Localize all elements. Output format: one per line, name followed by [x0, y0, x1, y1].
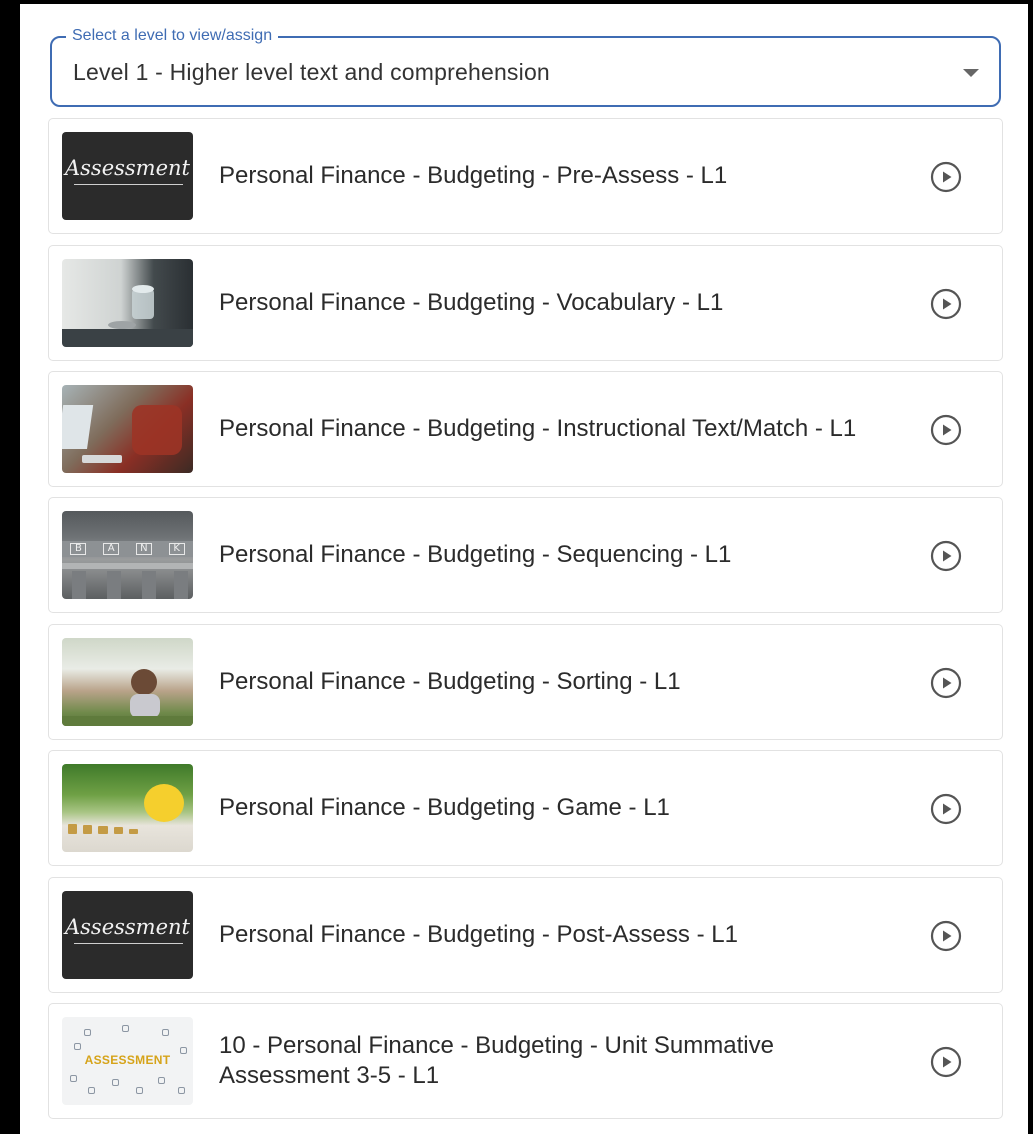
thumbnail-caption: ASSESSMENT [84, 1053, 171, 1067]
activity-item[interactable]: Assessment Personal Finance - Budgeting … [48, 118, 1003, 234]
activity-title: Personal Finance - Budgeting - Sequencin… [219, 541, 732, 568]
activity-title: Personal Finance - Budgeting - Vocabular… [219, 289, 724, 316]
piggy-bank [144, 784, 184, 822]
activity-title: Personal Finance - Budgeting - Sorting -… [219, 668, 681, 695]
coin-stacks [68, 822, 139, 834]
activity-title: Personal Finance - Budgeting - Post-Asse… [219, 921, 738, 948]
bank-building-thumbnail: B A N K [62, 511, 193, 599]
girl-illustration [62, 669, 193, 726]
assessment-icons-thumbnail: ASSESSMENT [62, 1017, 193, 1105]
thumbnail-caption: Assessment [64, 915, 190, 939]
caret-down-icon[interactable] [963, 69, 979, 77]
assessment-chalkboard-thumbnail: Assessment [62, 132, 193, 220]
play-circle-icon[interactable] [930, 288, 962, 320]
thumbnail-caption: Assessment [64, 156, 190, 180]
laptop-illustration [62, 405, 182, 463]
activity-item[interactable]: Personal Finance - Budgeting - Instructi… [48, 371, 1003, 487]
level-select[interactable]: Select a level to view/assign Level 1 - … [50, 26, 1001, 107]
play-circle-icon[interactable] [930, 667, 962, 699]
coins-jar-thumbnail [62, 259, 193, 347]
bank-columns-illustration [62, 563, 193, 599]
activity-item[interactable]: ASSESSMENT 10 - Personal Finance - Budge… [48, 1003, 1003, 1119]
level-select-value: Level 1 - Higher level text and comprehe… [73, 59, 550, 85]
activity-item[interactable]: Assessment Personal Finance - Budgeting … [48, 877, 1003, 993]
play-circle-icon[interactable] [930, 793, 962, 825]
activity-item[interactable]: Personal Finance - Budgeting - Game - L1 [48, 750, 1003, 866]
play-circle-icon[interactable] [930, 414, 962, 446]
activity-title: Personal Finance - Budgeting - Game - L1 [219, 794, 670, 821]
play-circle-icon[interactable] [930, 1046, 962, 1078]
man-with-laptop-thumbnail [62, 385, 193, 473]
activity-panel: Select a level to view/assign Level 1 - … [20, 4, 1028, 1134]
activity-title: 10 - Personal Finance - Budgeting - Unit… [219, 1032, 774, 1089]
activity-title: Personal Finance - Budgeting - Instructi… [219, 415, 857, 442]
assessment-chalkboard-thumbnail: Assessment [62, 891, 193, 979]
play-circle-icon[interactable] [930, 540, 962, 572]
thinking-girl-thumbnail [62, 638, 193, 726]
activity-title: Personal Finance - Budgeting - Pre-Asses… [219, 162, 728, 189]
piggy-bank-thumbnail [62, 764, 193, 852]
play-circle-icon[interactable] [930, 920, 962, 952]
activity-item[interactable]: Personal Finance - Budgeting - Vocabular… [48, 245, 1003, 361]
play-circle-icon[interactable] [930, 161, 962, 193]
level-select-label: Select a level to view/assign [66, 26, 279, 46]
coins-jar-illustration [62, 285, 193, 347]
activity-item[interactable]: Personal Finance - Budgeting - Sorting -… [48, 624, 1003, 740]
activity-item[interactable]: B A N K Personal Finance - Budgeting - S… [48, 497, 1003, 613]
